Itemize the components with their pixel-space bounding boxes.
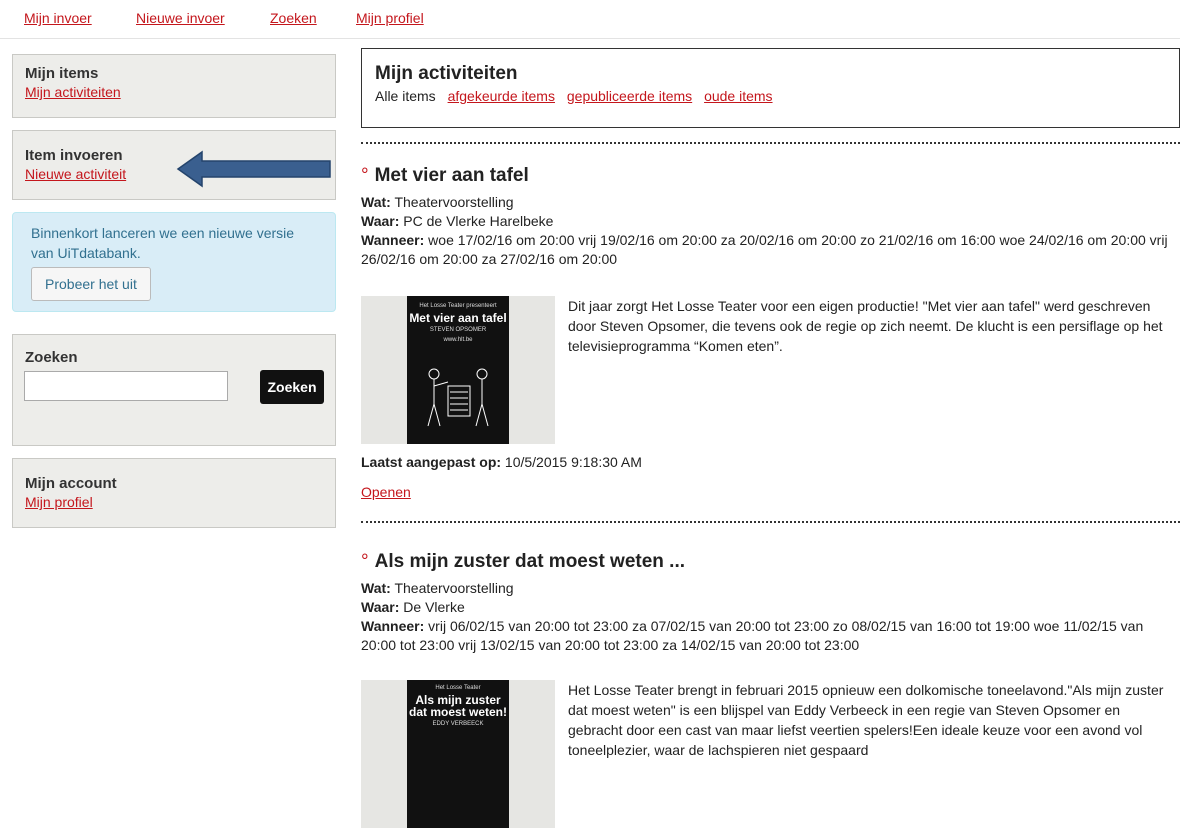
activity-item: ° Met vier aan tafel Wat: Theatervoorstel…	[361, 164, 1180, 504]
nav-zoeken[interactable]: Zoeken	[270, 10, 317, 26]
activity-what: Wat: Theatervoorstelling	[361, 194, 514, 210]
separator	[361, 521, 1180, 523]
poster-image: Het Losse Teater presenteert Met vier aa…	[407, 296, 509, 444]
activity-description: Dit jaar zorgt Het Losse Teater voor een…	[568, 298, 1163, 354]
poster-figures-icon	[427, 368, 489, 427]
notice-text: Binnenkort lanceren we een nieuwe versie…	[31, 225, 295, 261]
activity-title[interactable]: ° Met vier aan tafel	[361, 164, 1180, 188]
activity-when: Wanneer: woe 17/02/16 om 20:00 vrij 19/0…	[361, 232, 1168, 267]
nav-mijn-invoer[interactable]: Mijn invoer	[24, 10, 92, 26]
activity-where: Waar: PC de Vlerke Harelbeke	[361, 213, 554, 229]
activity-title[interactable]: ° Als mijn zuster dat moest weten ...	[361, 550, 1180, 574]
bullet-marker: °	[361, 165, 369, 186]
activity-what: Wat: Theatervoorstelling	[361, 580, 514, 596]
activity-item: ° Als mijn zuster dat moest weten ... Wat…	[361, 550, 1180, 828]
activity-thumbnail[interactable]: Het Losse Teater presenteert Met vier aa…	[361, 296, 555, 444]
sidebar-my-items-title: Mijn items	[25, 65, 99, 82]
new-version-notice: Binnenkort lanceren we een nieuwe versie…	[12, 212, 336, 312]
sidebar-account: Mijn account Mijn profiel	[12, 458, 336, 528]
filter-published-items[interactable]: gepubliceerde items	[567, 88, 692, 104]
try-it-button[interactable]: Probeer het uit	[31, 267, 151, 301]
activity-thumbnail[interactable]: Het Losse Teater Als mijn zuster dat moe…	[361, 680, 555, 828]
activity-description: Het Losse Teater brengt in februari 2015…	[568, 682, 1164, 758]
filter-old-items[interactable]: oude items	[704, 88, 772, 104]
search-title: Zoeken	[25, 349, 78, 366]
activity-title-text: Met vier aan tafel	[374, 165, 529, 186]
sidebar-my-items: Mijn items Mijn activiteiten	[12, 54, 336, 118]
bullet-marker: °	[361, 551, 369, 572]
filter-rejected-items[interactable]: afgekeurde items	[448, 88, 555, 104]
filter-all-items: Alle items	[375, 88, 436, 104]
activity-where: Waar: De Vlerke	[361, 599, 465, 615]
activity-when: Wanneer: vrij 06/02/15 van 20:00 tot 23:…	[361, 618, 1144, 653]
page-title: Mijn activiteiten	[375, 63, 518, 84]
nav-mijn-profiel[interactable]: Mijn profiel	[356, 10, 424, 26]
separator	[361, 142, 1180, 144]
search-input[interactable]	[24, 371, 228, 401]
activities-header: Mijn activiteiten Alle items afgekeurde …	[361, 48, 1180, 128]
poster-image: Het Losse Teater Als mijn zuster dat moe…	[407, 680, 509, 828]
open-link[interactable]: Openen	[361, 484, 411, 500]
search-button[interactable]: Zoeken	[260, 370, 324, 404]
nav-nieuwe-invoer[interactable]: Nieuwe invoer	[136, 10, 225, 26]
item-filters: Alle items afgekeurde items gepubliceerd…	[375, 88, 1166, 104]
my-profile-link[interactable]: Mijn profiel	[25, 493, 323, 511]
pointer-arrow-icon	[176, 150, 331, 188]
top-navigation: Mijn invoer Nieuwe invoer Zoeken Mijn pr…	[0, 0, 1180, 39]
activity-modified: Laatst aangepast op: 10/5/2015 9:18:30 A…	[361, 454, 642, 470]
account-title: Mijn account	[25, 475, 117, 492]
activity-title-text: Als mijn zuster dat moest weten ...	[374, 551, 686, 572]
my-activities-link[interactable]: Mijn activiteiten	[25, 83, 323, 101]
